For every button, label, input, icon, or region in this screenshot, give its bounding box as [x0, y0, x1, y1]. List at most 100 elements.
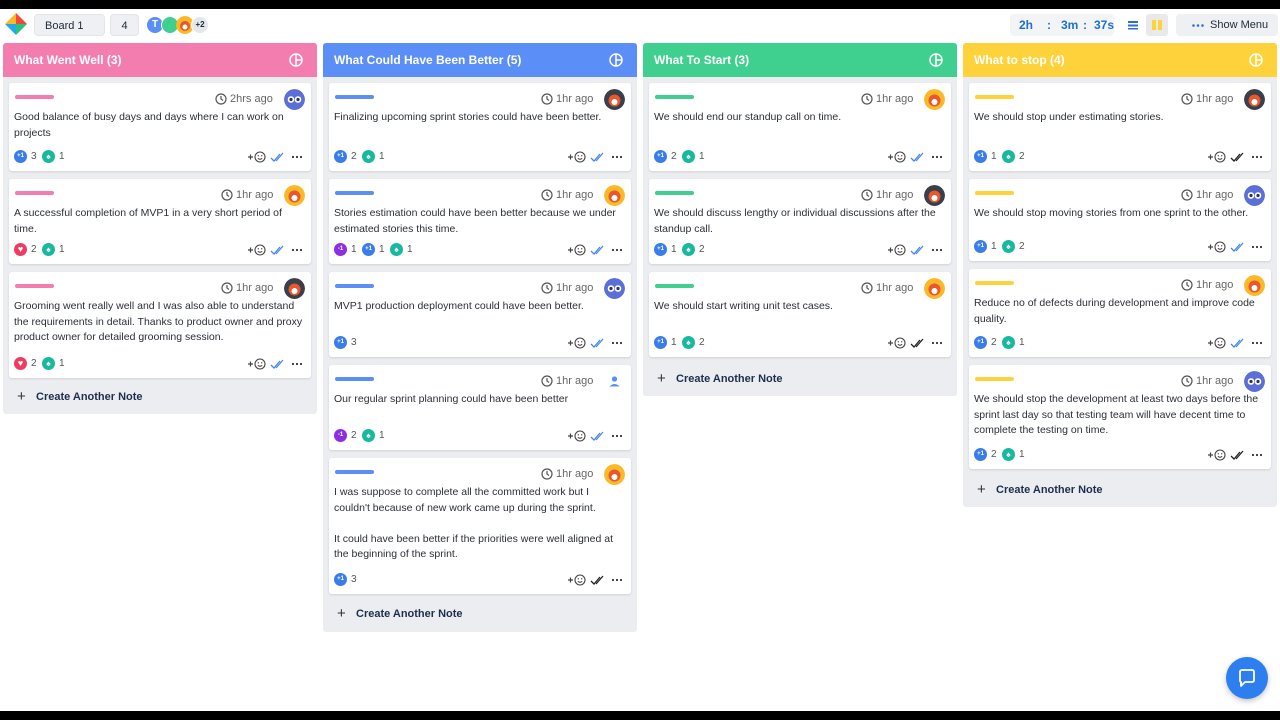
add-reaction-icon[interactable] [567, 336, 587, 350]
read-status-icon[interactable] [590, 336, 606, 350]
more-options-icon[interactable] [611, 573, 623, 587]
trophy-icon[interactable]: ♠ [1002, 336, 1015, 349]
read-status-icon[interactable] [910, 243, 926, 257]
read-status-icon[interactable] [590, 150, 606, 164]
note-card[interactable]: 1hr ago We should stop moving stories fro… [969, 179, 1271, 261]
add-reaction-icon[interactable] [567, 243, 587, 257]
more-options-icon[interactable] [291, 357, 303, 371]
show-menu-button[interactable]: Show Menu [1176, 14, 1278, 36]
add-reaction-icon[interactable] [247, 150, 267, 164]
add-reaction-icon[interactable] [887, 336, 907, 350]
add-reaction-icon[interactable] [1207, 448, 1227, 462]
read-status-icon[interactable] [1230, 336, 1246, 350]
read-status-icon[interactable] [1230, 240, 1246, 254]
column-settings-icon[interactable] [289, 53, 303, 67]
note-card[interactable]: 1hr ago Stories estimation could have bee… [329, 179, 631, 264]
column-settings-icon[interactable] [609, 53, 623, 67]
trophy-icon[interactable]: ♠ [362, 429, 375, 442]
read-status-icon[interactable] [1230, 150, 1246, 164]
trophy-icon[interactable]: ♠ [42, 243, 55, 256]
read-status-icon[interactable] [910, 150, 926, 164]
trophy-icon[interactable]: ♠ [1002, 240, 1015, 253]
column-settings-icon[interactable] [929, 53, 943, 67]
read-status-icon[interactable] [590, 429, 606, 443]
plus-one-icon[interactable]: +1 [14, 150, 27, 163]
read-status-icon[interactable] [1230, 448, 1246, 462]
note-card[interactable]: 1hr ago MVP1 production deployment could … [329, 272, 631, 357]
note-card[interactable]: 1hr ago We should start writing unit test… [649, 272, 951, 357]
read-status-icon[interactable] [270, 150, 286, 164]
add-reaction-icon[interactable] [1207, 240, 1227, 254]
read-status-icon[interactable] [270, 357, 286, 371]
plus-one-icon[interactable]: +1 [362, 243, 375, 256]
note-card[interactable]: 1hr ago We should end our standup call on… [649, 83, 951, 171]
plus-one-icon[interactable]: +1 [974, 150, 987, 163]
add-reaction-icon[interactable] [567, 573, 587, 587]
trophy-icon[interactable]: ♠ [682, 150, 695, 163]
plus-one-icon[interactable]: +1 [334, 573, 347, 586]
more-options-icon[interactable] [611, 429, 623, 443]
board-name-button[interactable]: Board 1 [34, 14, 105, 36]
more-options-icon[interactable] [611, 150, 623, 164]
trophy-icon[interactable]: ♠ [682, 243, 695, 256]
trophy-icon[interactable]: ♠ [1002, 150, 1015, 163]
trophy-icon[interactable]: ♠ [390, 243, 403, 256]
add-reaction-icon[interactable] [1207, 336, 1227, 350]
note-card[interactable]: 1hr ago We should stop the development at… [969, 365, 1271, 469]
plus-one-icon[interactable]: +1 [974, 448, 987, 461]
add-reaction-icon[interactable] [1207, 150, 1227, 164]
board-count-badge[interactable]: 4 [110, 14, 139, 36]
trophy-icon[interactable]: ♠ [42, 150, 55, 163]
note-card[interactable]: 1hr ago Our regular sprint planning could… [329, 365, 631, 450]
heart-icon[interactable]: ♥ [14, 357, 27, 370]
minus-one-icon[interactable]: -1 [334, 429, 347, 442]
more-options-icon[interactable] [931, 150, 943, 164]
more-options-icon[interactable] [1251, 336, 1263, 350]
note-card[interactable]: 2hrs ago Good balance of busy days and da… [9, 83, 311, 171]
read-status-icon[interactable] [270, 243, 286, 257]
minus-one-icon[interactable]: -1 [334, 243, 347, 256]
add-reaction-icon[interactable] [247, 243, 267, 257]
add-reaction-icon[interactable] [247, 357, 267, 371]
more-options-icon[interactable] [931, 336, 943, 350]
list-view-icon[interactable] [1122, 14, 1144, 36]
heart-icon[interactable]: ♥ [14, 243, 27, 256]
more-avatars-badge[interactable]: +2 [191, 16, 209, 34]
note-card[interactable]: 1hr ago I was suppose to complete all the… [329, 458, 631, 594]
trophy-icon[interactable]: ♠ [42, 357, 55, 370]
more-options-icon[interactable] [1251, 448, 1263, 462]
add-reaction-icon[interactable] [887, 150, 907, 164]
more-options-icon[interactable] [611, 243, 623, 257]
more-options-icon[interactable] [1251, 240, 1263, 254]
more-options-icon[interactable] [1251, 150, 1263, 164]
board-view-icon[interactable] [1146, 14, 1168, 36]
read-status-icon[interactable] [910, 336, 926, 350]
trophy-icon[interactable]: ♠ [1002, 448, 1015, 461]
read-status-icon[interactable] [590, 573, 606, 587]
plus-one-icon[interactable]: +1 [654, 150, 667, 163]
note-card[interactable]: 1hr ago Reduce no of defects during devel… [969, 269, 1271, 357]
note-card[interactable]: 1hr ago A successful completion of MVP1 i… [9, 179, 311, 264]
note-card[interactable]: 1hr ago Finalizing upcoming sprint storie… [329, 83, 631, 171]
note-card[interactable]: 1hr ago We should discuss lengthy or indi… [649, 179, 951, 264]
plus-one-icon[interactable]: +1 [334, 150, 347, 163]
read-status-icon[interactable] [590, 243, 606, 257]
trophy-icon[interactable]: ♠ [682, 336, 695, 349]
note-card[interactable]: 1hr ago We should stop under estimating s… [969, 83, 1271, 171]
trophy-icon[interactable]: ♠ [362, 150, 375, 163]
more-options-icon[interactable] [611, 336, 623, 350]
plus-one-icon[interactable]: +1 [654, 243, 667, 256]
plus-one-icon[interactable]: +1 [974, 240, 987, 253]
note-card[interactable]: 1hr ago Grooming went really well and I w… [9, 272, 311, 378]
more-options-icon[interactable] [291, 243, 303, 257]
plus-one-icon[interactable]: +1 [654, 336, 667, 349]
app-logo-icon[interactable] [4, 12, 28, 36]
column-settings-icon[interactable] [1249, 53, 1263, 67]
plus-one-icon[interactable]: +1 [334, 336, 347, 349]
more-options-icon[interactable] [291, 150, 303, 164]
add-reaction-icon[interactable] [887, 243, 907, 257]
plus-one-icon[interactable]: +1 [974, 336, 987, 349]
add-reaction-icon[interactable] [567, 150, 587, 164]
chat-button[interactable] [1226, 657, 1268, 699]
more-options-icon[interactable] [931, 243, 943, 257]
